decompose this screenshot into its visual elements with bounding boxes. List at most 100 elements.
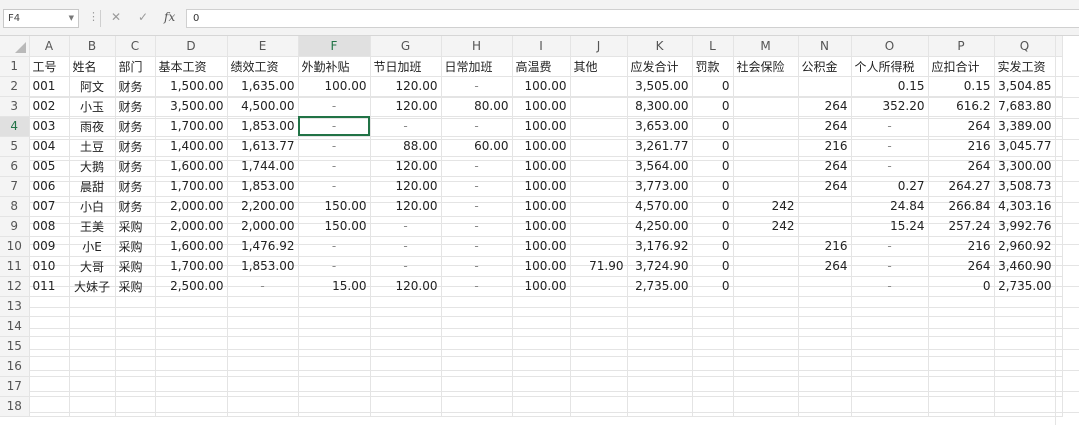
cell-b2[interactable]: 阿文: [69, 76, 116, 97]
cell-e5[interactable]: 1,613.77: [227, 136, 299, 157]
cell-d18[interactable]: [155, 396, 228, 417]
cell-a14[interactable]: [29, 316, 70, 337]
cell-f6[interactable]: -: [298, 156, 371, 177]
cell-i10[interactable]: 100.00: [512, 236, 571, 257]
cell-o16[interactable]: [851, 356, 929, 377]
cell-l16[interactable]: [692, 356, 734, 377]
cell-n4[interactable]: 264: [798, 116, 852, 137]
cell-i13[interactable]: [512, 296, 571, 317]
cell-m14[interactable]: [733, 316, 799, 337]
cell-g14[interactable]: [370, 316, 442, 337]
cell-m18[interactable]: [733, 396, 799, 417]
cell-d17[interactable]: [155, 376, 228, 397]
cell-h8[interactable]: -: [441, 196, 513, 217]
cell-i7[interactable]: 100.00: [512, 176, 571, 197]
column-header-c[interactable]: C: [115, 36, 156, 57]
cell-g9[interactable]: -: [370, 216, 442, 237]
cell-i12[interactable]: 100.00: [512, 276, 571, 297]
cell-c8[interactable]: 财务: [115, 196, 156, 217]
cell-p5[interactable]: 216: [928, 136, 995, 157]
cell-a11[interactable]: 010: [29, 256, 70, 277]
cell-h17[interactable]: [441, 376, 513, 397]
cell-o9[interactable]: 15.24: [851, 216, 929, 237]
row-header-6[interactable]: 6: [0, 156, 30, 177]
cell-j8[interactable]: [570, 196, 628, 217]
cell-g1[interactable]: 节日加班: [370, 56, 442, 77]
cell-b4[interactable]: 雨夜: [69, 116, 116, 137]
cell-a17[interactable]: [29, 376, 70, 397]
column-header-n[interactable]: N: [798, 36, 852, 57]
cell-h4[interactable]: -: [441, 116, 513, 137]
cell-f2[interactable]: 100.00: [298, 76, 371, 97]
cell-c5[interactable]: 财务: [115, 136, 156, 157]
cell-j1[interactable]: 其他: [570, 56, 628, 77]
cell-p11[interactable]: 264: [928, 256, 995, 277]
cell-b14[interactable]: [69, 316, 116, 337]
cell-q6[interactable]: 3,300.00: [994, 156, 1056, 177]
cell-b12[interactable]: 大妹子: [69, 276, 116, 297]
cell-o8[interactable]: 24.84: [851, 196, 929, 217]
cell-e1[interactable]: 绩效工资: [227, 56, 299, 77]
cell-e3[interactable]: 4,500.00: [227, 96, 299, 117]
cell-i1[interactable]: 高温费: [512, 56, 571, 77]
cell-p15[interactable]: [928, 336, 995, 357]
cell-h2[interactable]: -: [441, 76, 513, 97]
row-header-2[interactable]: 2: [0, 76, 30, 97]
cell-b15[interactable]: [69, 336, 116, 357]
cell-p7[interactable]: 264.27: [928, 176, 995, 197]
row-header-1[interactable]: 1: [0, 56, 30, 77]
cell-f15[interactable]: [298, 336, 371, 357]
cell-j6[interactable]: [570, 156, 628, 177]
cell-b18[interactable]: [69, 396, 116, 417]
cell-o12[interactable]: -: [851, 276, 929, 297]
cell-k17[interactable]: [627, 376, 693, 397]
cell-k18[interactable]: [627, 396, 693, 417]
cell-c18[interactable]: [115, 396, 156, 417]
cell-b5[interactable]: 土豆: [69, 136, 116, 157]
column-header-a[interactable]: A: [29, 36, 70, 57]
cell-n8[interactable]: [798, 196, 852, 217]
cell-c15[interactable]: [115, 336, 156, 357]
cell-j15[interactable]: [570, 336, 628, 357]
cell-k9[interactable]: 4,250.00: [627, 216, 693, 237]
cell-k3[interactable]: 8,300.00: [627, 96, 693, 117]
cell-i18[interactable]: [512, 396, 571, 417]
cell-a8[interactable]: 007: [29, 196, 70, 217]
cell-e8[interactable]: 2,200.00: [227, 196, 299, 217]
column-header-m[interactable]: M: [733, 36, 799, 57]
cell-c11[interactable]: 采购: [115, 256, 156, 277]
cell-e2[interactable]: 1,635.00: [227, 76, 299, 97]
cell-e11[interactable]: 1,853.00: [227, 256, 299, 277]
cell-k4[interactable]: 3,653.00: [627, 116, 693, 137]
cell-a2[interactable]: 001: [29, 76, 70, 97]
column-header-h[interactable]: H: [441, 36, 513, 57]
cell-o4[interactable]: -: [851, 116, 929, 137]
cancel-icon[interactable]: ✕: [111, 10, 121, 24]
cell-e6[interactable]: 1,744.00: [227, 156, 299, 177]
cell-b8[interactable]: 小白: [69, 196, 116, 217]
cell-f5[interactable]: -: [298, 136, 371, 157]
cell-i4[interactable]: 100.00: [512, 116, 571, 137]
row-header-18[interactable]: 18: [0, 396, 30, 417]
row-header-16[interactable]: 16: [0, 356, 30, 377]
cell-j12[interactable]: [570, 276, 628, 297]
cell-n3[interactable]: 264: [798, 96, 852, 117]
cell-i15[interactable]: [512, 336, 571, 357]
column-header-q[interactable]: Q: [994, 36, 1056, 57]
confirm-icon[interactable]: ✓: [138, 10, 148, 24]
cell-l18[interactable]: [692, 396, 734, 417]
cell-l11[interactable]: 0: [692, 256, 734, 277]
cell-q11[interactable]: 3,460.90: [994, 256, 1056, 277]
cell-f9[interactable]: 150.00: [298, 216, 371, 237]
cell-i11[interactable]: 100.00: [512, 256, 571, 277]
row-header-5[interactable]: 5: [0, 136, 30, 157]
cell-k7[interactable]: 3,773.00: [627, 176, 693, 197]
cell-q18[interactable]: [994, 396, 1056, 417]
row-header-11[interactable]: 11: [0, 256, 30, 277]
cell-b6[interactable]: 大鹅: [69, 156, 116, 177]
cell-m17[interactable]: [733, 376, 799, 397]
cell-l9[interactable]: 0: [692, 216, 734, 237]
cell-p14[interactable]: [928, 316, 995, 337]
cell-o5[interactable]: -: [851, 136, 929, 157]
cell-a9[interactable]: 008: [29, 216, 70, 237]
